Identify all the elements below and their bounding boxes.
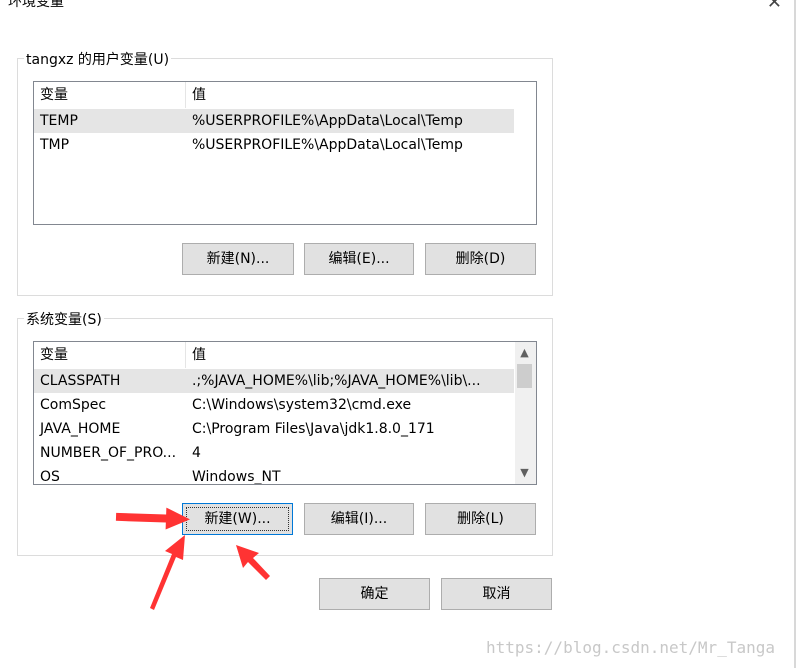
arrow-bottom-right-icon (236, 545, 270, 580)
watermark: https://blog.csdn.net/Mr_Tanga (486, 638, 775, 657)
arrow-left-icon (115, 507, 190, 530)
annotation-arrows (115, 507, 270, 610)
arrow-bottom-left-icon (150, 535, 185, 610)
